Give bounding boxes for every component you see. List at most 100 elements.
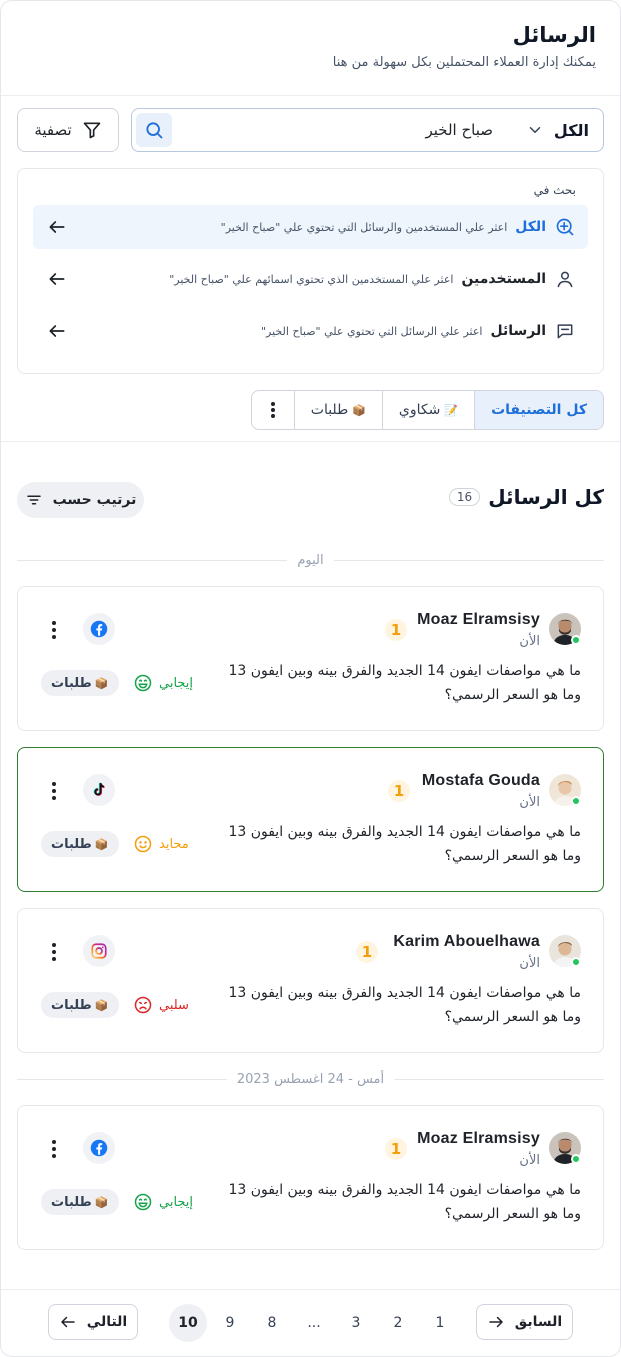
online-status-dot xyxy=(571,635,581,645)
sentiment-indicator: إيجابي xyxy=(133,1192,193,1212)
menu-dot xyxy=(52,628,56,632)
divider xyxy=(1,1289,620,1290)
package-icon: 📦 xyxy=(94,998,109,1012)
happy-face-icon xyxy=(134,674,152,692)
menu-dot xyxy=(52,635,56,639)
search-scope-select[interactable]: الكل xyxy=(526,109,589,151)
tab-all-categories[interactable]: كل التصنيفات xyxy=(474,391,603,429)
card-menu-button[interactable] xyxy=(46,1140,62,1158)
category-tag[interactable]: 📦 طلبات xyxy=(41,831,119,857)
search-row: تصفية الكل xyxy=(17,108,604,152)
search-input[interactable] xyxy=(180,117,493,143)
date-label: أمس - 24 اغسطس 2023 xyxy=(226,1071,395,1087)
category-tag[interactable]: 📦 طلبات xyxy=(41,992,119,1018)
category-tabs: كل التصنيفات 📝 شكاوي 📦 طلبات xyxy=(250,390,604,430)
sender-name: Moaz Elramsisy xyxy=(417,611,540,628)
list-header: كل الرسائل 16 ترتيب حسب xyxy=(17,482,604,518)
tag-label: طلبات xyxy=(51,836,92,852)
message-time: الأن xyxy=(519,956,540,971)
chevron-down-icon xyxy=(529,127,541,133)
card-menu-button[interactable] xyxy=(46,943,62,961)
search-icon xyxy=(146,122,163,139)
menu-dot xyxy=(52,957,56,961)
arrow-left-icon xyxy=(49,273,65,285)
message-card-selected[interactable]: Mostafa Gouda 1 الأن ما هي مواصفات ايفون… xyxy=(17,747,604,892)
sentiment-label: إيجابي xyxy=(159,1194,194,1210)
menu-dot xyxy=(52,1147,56,1151)
message-card[interactable]: Moaz Elramsisy 1 الأن ما هي مواصفات ايفو… xyxy=(17,586,604,731)
category-tag[interactable]: 📦 طلبات xyxy=(41,670,119,696)
online-status-dot xyxy=(571,796,581,806)
unread-count-badge: 1 xyxy=(385,1138,407,1160)
scope-description: اعثر علي المستخدمين والرسائل التي تحتوي … xyxy=(220,220,508,234)
page-subtitle: يمكنك إدارة العملاء المحتملين بكل سهولة … xyxy=(332,55,596,70)
memo-icon: 📝 xyxy=(444,403,459,417)
filter-button[interactable]: تصفية xyxy=(17,108,119,152)
unread-count-badge: 1 xyxy=(388,780,410,802)
tab-label: شكاوي xyxy=(398,402,441,418)
page-9[interactable]: 9 xyxy=(211,1304,249,1342)
previous-page-button[interactable]: السابق xyxy=(476,1304,573,1340)
tab-complaints[interactable]: 📝 شكاوي xyxy=(381,391,474,429)
tag-label: طلبات xyxy=(51,675,92,691)
page-header: الرسائل يمكنك إدارة العملاء المحتملين بك… xyxy=(1,1,620,96)
more-vertical-icon xyxy=(270,402,275,418)
package-icon: 📦 xyxy=(94,837,109,851)
scope-description: اعثر علي الرسائل التي تحتوي علي "صباح ال… xyxy=(260,324,483,338)
sender-name: Mostafa Gouda xyxy=(421,772,540,789)
category-tag[interactable]: 📦 طلبات xyxy=(41,1189,119,1215)
package-icon: 📦 xyxy=(94,1195,109,1209)
sender-name: Karim Abouelhawa xyxy=(393,933,540,950)
page-2[interactable]: 2 xyxy=(379,1304,417,1342)
message-card[interactable]: Moaz Elramsisy 1 الأن ما هي مواصفات ايفو… xyxy=(17,1105,604,1250)
scope-item-messages[interactable]: الرسائل اعثر علي الرسائل التي تحتوي علي … xyxy=(33,309,588,353)
sad-face-icon xyxy=(134,996,152,1014)
message-preview: ما هي مواصفات ايفون 14 الجديد والفرق بين… xyxy=(228,824,581,864)
sort-button[interactable]: ترتيب حسب xyxy=(17,482,144,518)
message-card[interactable]: Karim Abouelhawa 1 الأن ما هي مواصفات اي… xyxy=(17,908,604,1053)
search-submit-button[interactable] xyxy=(136,113,172,147)
sort-icon xyxy=(26,495,41,505)
message-count-badge: 16 xyxy=(448,488,481,506)
menu-dot xyxy=(52,1154,56,1158)
sentiment-indicator: محايد xyxy=(133,834,189,854)
tabs-more-button[interactable] xyxy=(252,391,294,429)
filter-icon xyxy=(83,122,101,139)
tab-label: طلبات xyxy=(310,402,349,418)
page-1[interactable]: 1 xyxy=(421,1304,459,1342)
arrow-left-icon xyxy=(49,221,65,233)
search-scope-value: الكل xyxy=(553,120,589,140)
page-10-current[interactable]: 10 xyxy=(169,1304,207,1342)
unread-count-badge: 1 xyxy=(385,619,407,641)
sort-label: ترتيب حسب xyxy=(52,492,137,508)
divider xyxy=(1,441,620,442)
unread-count-badge: 1 xyxy=(356,941,378,963)
message-time: الأن xyxy=(519,1153,540,1168)
message-time: الأن xyxy=(519,795,540,810)
tab-requests[interactable]: 📦 طلبات xyxy=(293,391,382,429)
scope-item-users[interactable]: المستخدمين اعثر علي المستخدمين الذي تحتو… xyxy=(33,257,588,301)
menu-dot xyxy=(52,782,56,786)
scope-item-all[interactable]: الكل اعثر علي المستخدمين والرسائل التي ت… xyxy=(33,205,588,249)
page-title: الرسائل xyxy=(512,23,596,47)
facebook-icon xyxy=(83,613,115,645)
message-preview: ما هي مواصفات ايفون 14 الجديد والفرق بين… xyxy=(228,663,581,703)
menu-dot xyxy=(52,796,56,800)
date-separator-yesterday: أمس - 24 اغسطس 2023 xyxy=(17,1069,604,1089)
next-label: التالي xyxy=(86,1314,128,1330)
next-page-button[interactable]: التالي xyxy=(48,1304,138,1340)
arrow-right-icon xyxy=(489,1316,503,1328)
page-3[interactable]: 3 xyxy=(337,1304,375,1342)
menu-dot xyxy=(52,943,56,947)
tab-label: كل التصنيفات xyxy=(491,402,587,418)
pagination: السابق 1 2 3 ... 8 9 10 التالي xyxy=(48,1304,573,1342)
page-ellipsis: ... xyxy=(307,1315,321,1331)
package-icon: 📦 xyxy=(94,676,109,690)
menu-dot xyxy=(52,789,56,793)
card-menu-button[interactable] xyxy=(46,782,62,800)
sentiment-label: إيجابي xyxy=(159,675,194,691)
happy-face-icon xyxy=(134,1193,152,1211)
page-8[interactable]: 8 xyxy=(253,1304,291,1342)
sentiment-label: سلبي xyxy=(159,997,189,1013)
card-menu-button[interactable] xyxy=(46,621,62,639)
